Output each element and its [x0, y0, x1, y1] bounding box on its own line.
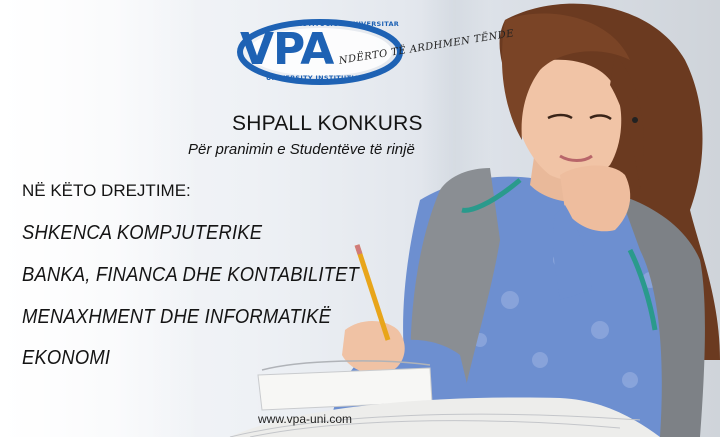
admission-poster: INSTITUCION UNIVERSITAR VPA NDËRTO TË AR…: [0, 0, 720, 437]
logo-wordmark: VPA: [240, 24, 334, 75]
program-item: EKONOMI: [22, 347, 111, 369]
writing-hand: [342, 321, 405, 375]
program-item: SHKENCA KOMPJUTERIKE: [22, 222, 263, 244]
logo-bottom-text: UNIVERSITY INSTITUTION: [266, 74, 366, 82]
headline: SHPALL KONKURS: [232, 112, 423, 135]
website-link[interactable]: www.vpa-uni.com: [258, 412, 352, 426]
subheadline: Për pranimin e Studentëve të rinjë: [188, 141, 415, 158]
vpa-logo: INSTITUCION UNIVERSITAR VPA NDËRTO TË AR…: [236, 14, 515, 90]
program-item: MENAXHMENT DHE INFORMATIKË: [22, 306, 332, 328]
programs-intro: NË KËTO DREJTIME:: [22, 181, 191, 200]
program-item: BANKA, FINANCA DHE KONTABILITET: [22, 264, 359, 286]
